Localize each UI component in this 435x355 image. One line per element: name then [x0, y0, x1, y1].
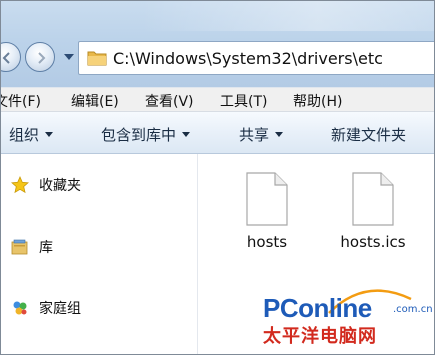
command-bar: 组织 包含到库中 共享 新建文件夹: [1, 112, 434, 154]
back-button[interactable]: [1, 42, 21, 72]
file-icon: [246, 172, 288, 226]
file-item-hosts-ics[interactable]: hosts.ics: [333, 171, 413, 255]
star-icon: [11, 176, 29, 194]
address-path[interactable]: C:\Windows\System32\drivers\etc: [113, 49, 383, 68]
file-icon: [352, 172, 394, 226]
nav-item-label: 库: [39, 240, 53, 256]
forward-button[interactable]: [25, 42, 55, 72]
title-bar: C:\Windows\System32\drivers\etc: [1, 1, 434, 87]
nav-item-label: 收藏夹: [39, 178, 81, 194]
organize-label: 组织: [9, 126, 40, 144]
forward-arrow-icon: [38, 52, 46, 64]
chevron-down-icon: [275, 132, 284, 137]
pconline-watermark: PConline .com.cn 太平洋电脑网: [233, 277, 434, 354]
share-label: 共享: [239, 126, 270, 144]
menu-file[interactable]: 文件(F): [1, 91, 41, 111]
chevron-down-icon: [45, 132, 54, 137]
folder-icon: [87, 51, 107, 66]
nav-item-label: 家庭组: [39, 301, 81, 317]
watermark-chinese: 太平洋电脑网: [263, 326, 377, 347]
chevron-down-icon: [182, 132, 191, 137]
menu-view[interactable]: 查看(V): [145, 91, 194, 111]
file-item-hosts[interactable]: hosts: [227, 171, 307, 255]
file-name: hosts: [246, 233, 288, 251]
recent-pages-dropdown-icon[interactable]: [64, 54, 74, 60]
menu-help[interactable]: 帮助(H): [293, 91, 342, 111]
new-folder-button[interactable]: 新建文件夹: [331, 124, 406, 145]
include-in-library-button[interactable]: 包含到库中: [101, 124, 191, 145]
new-folder-label: 新建文件夹: [331, 126, 407, 144]
organize-button[interactable]: 组织: [9, 124, 54, 145]
menu-edit[interactable]: 编辑(E): [71, 91, 119, 111]
watermark-domain: .com.cn: [393, 304, 433, 315]
explorer-window: C:\Windows\System32\drivers\etc 文件(F) 编辑…: [0, 0, 435, 355]
navigation-pane: 收藏夹 库 家庭组: [1, 154, 198, 354]
file-name: hosts.ics: [340, 233, 406, 251]
watermark-brand: PConline: [263, 293, 372, 323]
back-arrow-icon: [2, 52, 10, 64]
share-button[interactable]: 共享: [239, 124, 284, 145]
homegroup-icon: [13, 301, 27, 315]
menu-bar: 文件(F) 编辑(E) 查看(V) 工具(T) 帮助(H): [1, 87, 434, 112]
menu-tools[interactable]: 工具(T): [220, 91, 267, 111]
include-in-library-label: 包含到库中: [101, 126, 177, 144]
library-icon: [11, 239, 28, 255]
address-bar[interactable]: C:\Windows\System32\drivers\etc: [78, 41, 434, 75]
